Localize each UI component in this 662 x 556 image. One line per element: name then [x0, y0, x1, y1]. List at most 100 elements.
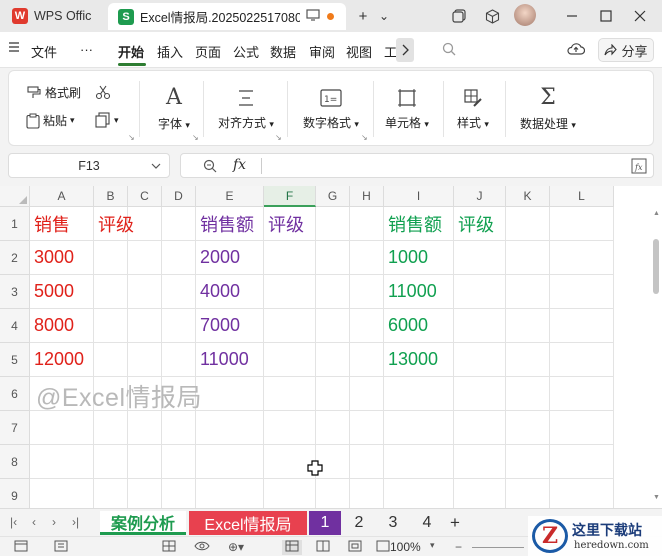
window-restore-icon[interactable] — [449, 6, 469, 26]
format-painter-button[interactable]: 格式刷 — [26, 84, 81, 101]
hamburger-menu-icon[interactable] — [8, 41, 20, 56]
cube-icon[interactable] — [482, 6, 502, 26]
page-break-icon[interactable] — [348, 540, 362, 555]
data-process-group-button[interactable]: Σ 数据处理 ▾ — [511, 71, 585, 147]
monitor-icon[interactable] — [306, 9, 320, 24]
document-tab[interactable]: S Excel情报局.2025022517080 — [108, 3, 346, 30]
share-button[interactable]: 分享 — [598, 38, 654, 62]
align-expand-icon[interactable]: ↘ — [275, 133, 282, 142]
column-header-b[interactable]: B — [94, 186, 128, 207]
column-header-h[interactable]: H — [350, 186, 384, 207]
row-header-2[interactable]: 2 — [0, 241, 30, 275]
reading-mode-icon[interactable] — [376, 540, 390, 555]
eye-icon[interactable] — [194, 540, 210, 555]
menu-data[interactable]: 数据 — [270, 42, 296, 61]
minimize-icon[interactable] — [562, 6, 582, 26]
cell-a3[interactable]: 5000 — [30, 275, 94, 309]
row-header-6[interactable]: 6 — [0, 377, 30, 411]
copy-button[interactable]: ▾ — [95, 112, 119, 128]
new-tab-button[interactable]: + — [353, 6, 373, 26]
vertical-scrollbar[interactable] — [652, 211, 660, 506]
tab-list-dropdown[interactable]: ⌄ — [374, 6, 394, 26]
grid-view-icon[interactable] — [162, 540, 176, 555]
last-sheet-icon[interactable]: ›| — [72, 515, 79, 529]
cell-group-button[interactable]: 单元格 ▾ — [377, 71, 437, 147]
cell-b1[interactable]: 评级 — [94, 207, 134, 241]
page-layout-icon[interactable] — [316, 540, 330, 555]
menu-formula[interactable]: 公式 — [233, 42, 259, 61]
cell-i3[interactable]: 11000 — [384, 275, 454, 309]
next-sheet-icon[interactable]: › — [52, 515, 56, 529]
sheet-tab[interactable]: Excel情报局 — [189, 511, 307, 535]
prev-sheet-icon[interactable]: ‹ — [32, 515, 36, 529]
align-group-button[interactable]: 对齐方式 ▾ — [207, 71, 285, 147]
spreadsheet-grid[interactable]: ABCDEFGHIJKL 123456789 销售 评级 销售额 评级 销售额 评级 300… — [0, 186, 662, 508]
sheet-tab[interactable]: 2 — [343, 511, 375, 535]
scroll-down-icon[interactable]: ▼ — [653, 494, 660, 501]
menu-file[interactable]: 文件 — [31, 42, 57, 61]
clipboard-expand-icon[interactable]: ↘ — [128, 133, 135, 142]
zoom-slider[interactable] — [472, 547, 524, 548]
cell-e5[interactable]: 11000 — [196, 343, 264, 377]
column-header-j[interactable]: J — [454, 186, 506, 207]
menu-view[interactable]: 视图 — [346, 42, 372, 61]
focus-mode-icon[interactable]: ⊕▾ — [228, 540, 244, 554]
column-header-i[interactable]: I — [384, 186, 454, 207]
font-expand-icon[interactable]: ↘ — [192, 133, 199, 142]
column-header-d[interactable]: D — [162, 186, 196, 207]
chevron-down-icon[interactable] — [151, 159, 161, 173]
wps-home-tab[interactable]: W WPS Offic — [6, 4, 102, 28]
style-group-button[interactable]: 样式 ▾ — [447, 71, 499, 147]
menu-review[interactable]: 审阅 — [309, 42, 335, 61]
cut-button[interactable] — [95, 84, 111, 100]
column-header-k[interactable]: K — [506, 186, 550, 207]
search-icon[interactable] — [442, 42, 456, 59]
zoom-out-icon[interactable]: − — [455, 540, 462, 554]
sheet-tab[interactable]: 4 — [411, 511, 443, 535]
sheet-tab[interactable]: 1 — [309, 511, 341, 535]
menu-insert[interactable]: 插入 — [157, 42, 183, 61]
cell-a5[interactable]: 12000 — [30, 343, 94, 377]
row-header-1[interactable]: 1 — [0, 207, 30, 241]
sheet-tab[interactable]: 3 — [377, 511, 409, 535]
menu-scroll-right-button[interactable] — [396, 38, 414, 62]
zoom-search-icon[interactable] — [203, 159, 217, 176]
formula-input[interactable]: fx fx — [180, 153, 654, 178]
scrollbar-thumb[interactable] — [653, 239, 659, 294]
cloud-upload-icon[interactable] — [567, 41, 586, 60]
cell-e2[interactable]: 2000 — [196, 241, 264, 275]
cell-a2[interactable]: 3000 — [30, 241, 94, 275]
macro-icon[interactable] — [14, 540, 28, 555]
row-header-3[interactable]: 3 — [0, 275, 30, 309]
column-header-c[interactable]: C — [128, 186, 162, 207]
cell-i4[interactable]: 6000 — [384, 309, 454, 343]
sheet-tab-active[interactable]: 案例分析 — [100, 511, 186, 535]
cell-e4[interactable]: 7000 — [196, 309, 264, 343]
function-icon[interactable]: fx — [233, 157, 246, 173]
first-sheet-icon[interactable]: |‹ — [10, 515, 17, 529]
row-header-9[interactable]: 9 — [0, 479, 30, 508]
cell-j1[interactable]: 评级 — [454, 207, 506, 241]
cell-i2[interactable]: 1000 — [384, 241, 454, 275]
normal-view-icon[interactable] — [282, 540, 302, 555]
column-header-g[interactable]: G — [316, 186, 350, 207]
maximize-icon[interactable] — [596, 6, 616, 26]
scroll-up-icon[interactable]: ▲ — [653, 210, 660, 217]
paste-button[interactable]: 粘贴 ▾ — [26, 112, 75, 129]
menu-page[interactable]: 页面 — [195, 42, 221, 61]
zoom-level[interactable]: 100% — [390, 540, 421, 554]
cell-i1[interactable]: 销售额 — [384, 207, 454, 241]
zoom-dropdown-icon[interactable]: ▾ — [430, 540, 435, 551]
column-header-l[interactable]: L — [550, 186, 614, 207]
row-header-4[interactable]: 4 — [0, 309, 30, 343]
column-header-e[interactable]: E — [196, 186, 264, 207]
menu-more[interactable]: ··· — [80, 42, 93, 57]
close-icon[interactable] — [630, 6, 650, 26]
cell-e3[interactable]: 4000 — [196, 275, 264, 309]
row-header-5[interactable]: 5 — [0, 343, 30, 377]
menu-home[interactable]: 开始 — [118, 42, 144, 61]
cell-a4[interactable]: 8000 — [30, 309, 94, 343]
user-avatar[interactable] — [514, 4, 536, 26]
number-format-group-button[interactable]: 1= 数字格式 ▾ — [291, 71, 371, 147]
cell-i5[interactable]: 13000 — [384, 343, 454, 377]
